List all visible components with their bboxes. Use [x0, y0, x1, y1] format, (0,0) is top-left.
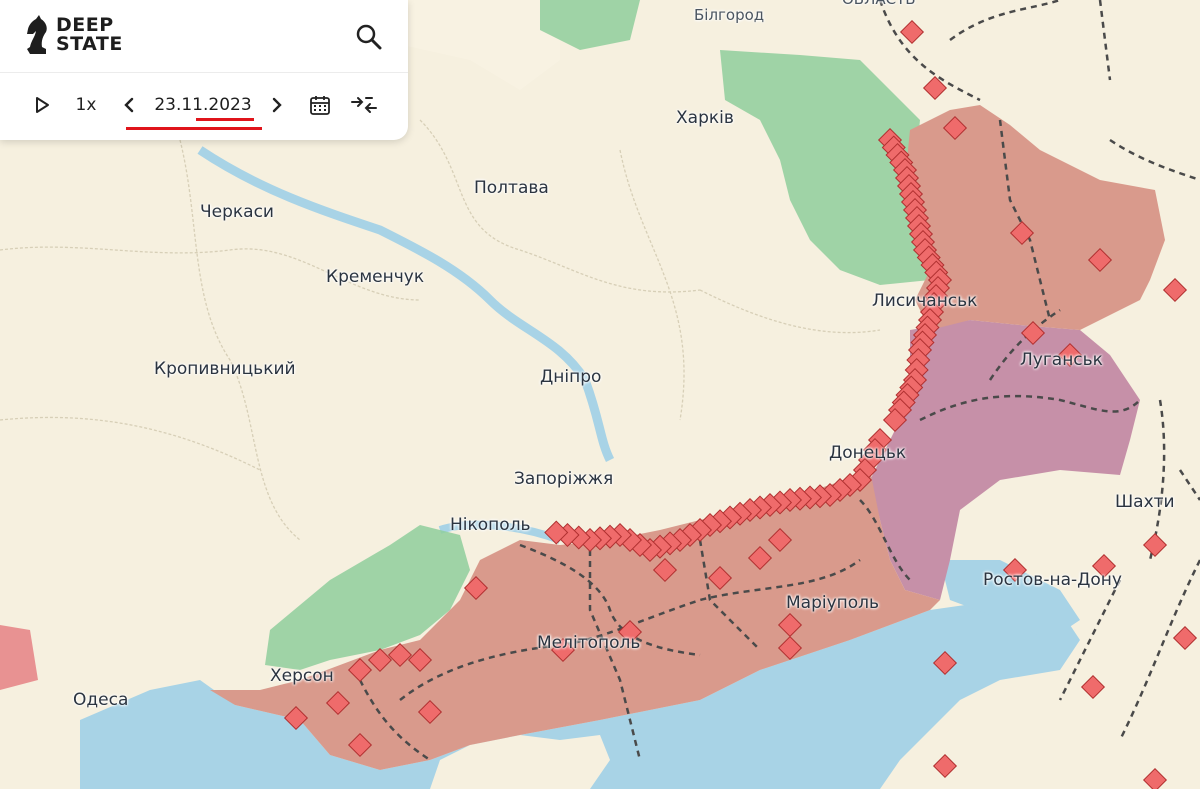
city-label-kherson: Херсон: [270, 666, 334, 686]
city-label-shakhty: Шахти: [1115, 492, 1175, 512]
city-label-melitopol: Мелітополь: [537, 633, 641, 653]
city-label-kharkiv: Харків: [676, 108, 734, 128]
search-icon[interactable]: [354, 22, 384, 52]
deepstate-logo[interactable]: DEEP STATE: [24, 14, 123, 56]
city-label-kropyvnytskyi: Кропивницький: [154, 359, 296, 379]
logo-text-line2: STATE: [56, 33, 123, 55]
play-icon: [36, 97, 49, 113]
city-label-mariupol: Маріуполь: [786, 593, 880, 613]
city-label-rostov: Ростов-на-Дону: [983, 570, 1122, 590]
city-label-luhansk: Луганськ: [1020, 350, 1103, 370]
city-label-nikopol: Нікополь: [450, 515, 531, 535]
chevron-right-icon: [272, 97, 282, 113]
city-label-zaporizhzhia: Запоріжжя: [514, 469, 614, 489]
city-label-donetsk: Донецьк: [829, 443, 907, 463]
city-label-cherkasy: Черкаси: [200, 202, 274, 222]
calendar-button[interactable]: [306, 90, 334, 120]
city-label-bilgorod: Білгород: [694, 6, 765, 24]
previous-date-button[interactable]: [118, 90, 140, 120]
city-label-lysychansk: Лисичанськ: [872, 291, 978, 311]
annotation-underline-year: [196, 118, 254, 121]
chevron-left-icon: [124, 97, 134, 113]
knight-logo-icon: [27, 15, 47, 54]
region-label: ОБЛАСТЬ: [842, 0, 916, 8]
speed-button[interactable]: 1x: [72, 90, 100, 120]
panel-divider: [0, 72, 408, 73]
compare-button[interactable]: [348, 90, 380, 120]
city-label-dnipro: Дніпро: [540, 367, 602, 387]
city-label-kremenchuk: Кременчук: [326, 267, 425, 287]
city-label-odesa: Одеса: [73, 690, 129, 710]
city-label-poltava: Полтава: [474, 178, 549, 198]
date-display[interactable]: 23.11.2023: [150, 90, 256, 120]
compare-arrows-icon: [351, 97, 377, 113]
calendar-icon: [310, 96, 330, 115]
annotation-underline-long: [126, 127, 262, 130]
play-button[interactable]: [30, 90, 54, 120]
next-date-button[interactable]: [266, 90, 288, 120]
